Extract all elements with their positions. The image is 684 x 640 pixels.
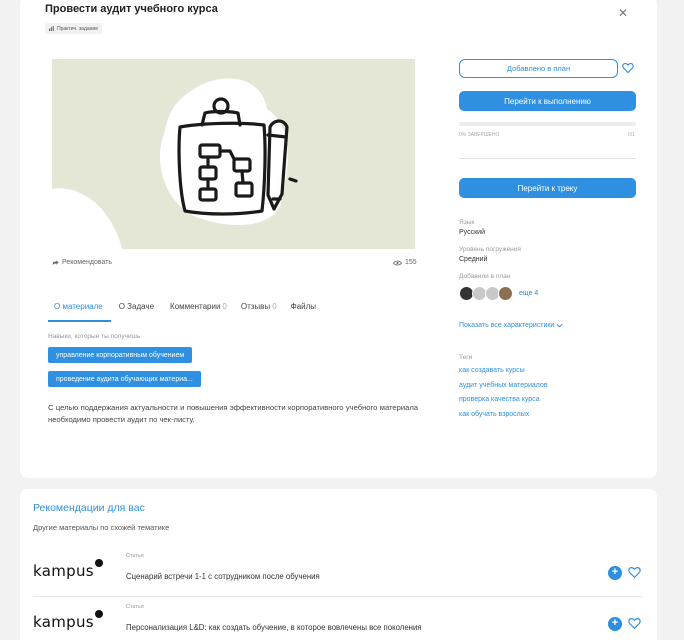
skill-chip[interactable]: проведение аудита обучающих материа...	[48, 371, 201, 387]
type-badge-label: Практич. задание	[57, 25, 98, 32]
recommend-button[interactable]: Рекомендовать	[52, 259, 112, 266]
plus-icon[interactable]: +	[608, 566, 622, 580]
views-value: 155	[405, 259, 417, 266]
show-all-label: Показать все характеристики	[459, 322, 555, 329]
item-title[interactable]: Персонализация L&D: как создать обучение…	[126, 623, 422, 632]
heart-icon[interactable]	[628, 617, 641, 630]
clipboard-illustration	[52, 78, 298, 249]
added-to-plan-button[interactable]: Добавлено в план	[459, 59, 618, 78]
tab-bar: О материале О Задаче Комментарии 0 Отзывы…	[48, 299, 326, 322]
tab-task[interactable]: О Задаче	[113, 299, 162, 321]
description-text: С целью поддержания актуальности и повыш…	[48, 403, 418, 424]
tab-about[interactable]: О материале	[48, 299, 111, 322]
type-badge: Практич. задание	[45, 23, 102, 34]
tag-link[interactable]: проверка качества курса	[459, 396, 540, 403]
level-label: Уровень погружения	[459, 246, 521, 253]
show-all-link[interactable]: Показать все характеристики	[459, 322, 563, 329]
share-icon	[52, 260, 59, 266]
heart-icon[interactable]	[622, 62, 634, 74]
progress-bar	[459, 122, 636, 126]
go-to-execution-button[interactable]: Перейти к выполнению	[459, 91, 636, 111]
skill-chip[interactable]: управление корпоративным обучением	[48, 347, 193, 363]
recommendations-title: Рекомендации для вас	[33, 502, 145, 514]
tag-link[interactable]: как обучать взрослых	[459, 411, 529, 418]
tag-link[interactable]: аудит учебных материалов	[459, 382, 548, 389]
added-label: Добавили в план	[459, 273, 511, 280]
cover-image	[52, 59, 415, 249]
language-label: Язык	[459, 219, 475, 226]
progress-label: 0% ЗАВЕРШЕНО	[459, 132, 500, 138]
close-icon[interactable]: ✕	[616, 6, 630, 20]
page-title: Провести аудит учебного курса	[45, 3, 218, 15]
tag-link[interactable]: как создавать курсы	[459, 367, 525, 374]
go-to-track-button[interactable]: Перейти к треку	[459, 178, 636, 198]
item-type: Статья	[126, 604, 144, 610]
more-users-link[interactable]: еще 4	[519, 290, 538, 297]
item-type: Статья	[126, 553, 144, 559]
kampus-logo: kampus	[33, 559, 103, 580]
eye-icon	[393, 260, 402, 265]
chart-icon	[49, 26, 54, 31]
progress-count: 0/1	[628, 132, 635, 138]
recommendation-item[interactable]: kampus Статья Персонализация L&D: как со…	[33, 604, 643, 640]
heart-icon[interactable]	[628, 566, 641, 579]
tab-comments[interactable]: Комментарии 0	[164, 299, 233, 321]
skills-label: Навыки, которые ты получишь	[48, 333, 141, 340]
kampus-logo: kampus	[33, 610, 103, 631]
views-count: 155	[393, 259, 417, 266]
divider	[459, 158, 636, 159]
plus-icon[interactable]: +	[608, 617, 622, 631]
level-value: Средний	[459, 256, 488, 263]
avatar	[498, 286, 513, 301]
tags-label: Теги	[459, 354, 473, 361]
avatar-stack[interactable]: еще 4	[459, 286, 538, 301]
tab-files[interactable]: Файлы	[285, 299, 324, 321]
recommendation-item[interactable]: kampus Статья Сценарий встречи 1-1 с сот…	[33, 553, 643, 595]
divider	[33, 596, 643, 597]
chevron-down-icon	[556, 323, 563, 328]
tab-reviews[interactable]: Отзывы 0	[235, 299, 283, 321]
language-value: Русский	[459, 229, 485, 236]
recommend-label: Рекомендовать	[62, 259, 113, 266]
recommendations-subtitle: Другие материалы по схожей тематике	[33, 523, 170, 532]
item-title[interactable]: Сценарий встречи 1-1 с сотрудником после…	[126, 572, 320, 581]
